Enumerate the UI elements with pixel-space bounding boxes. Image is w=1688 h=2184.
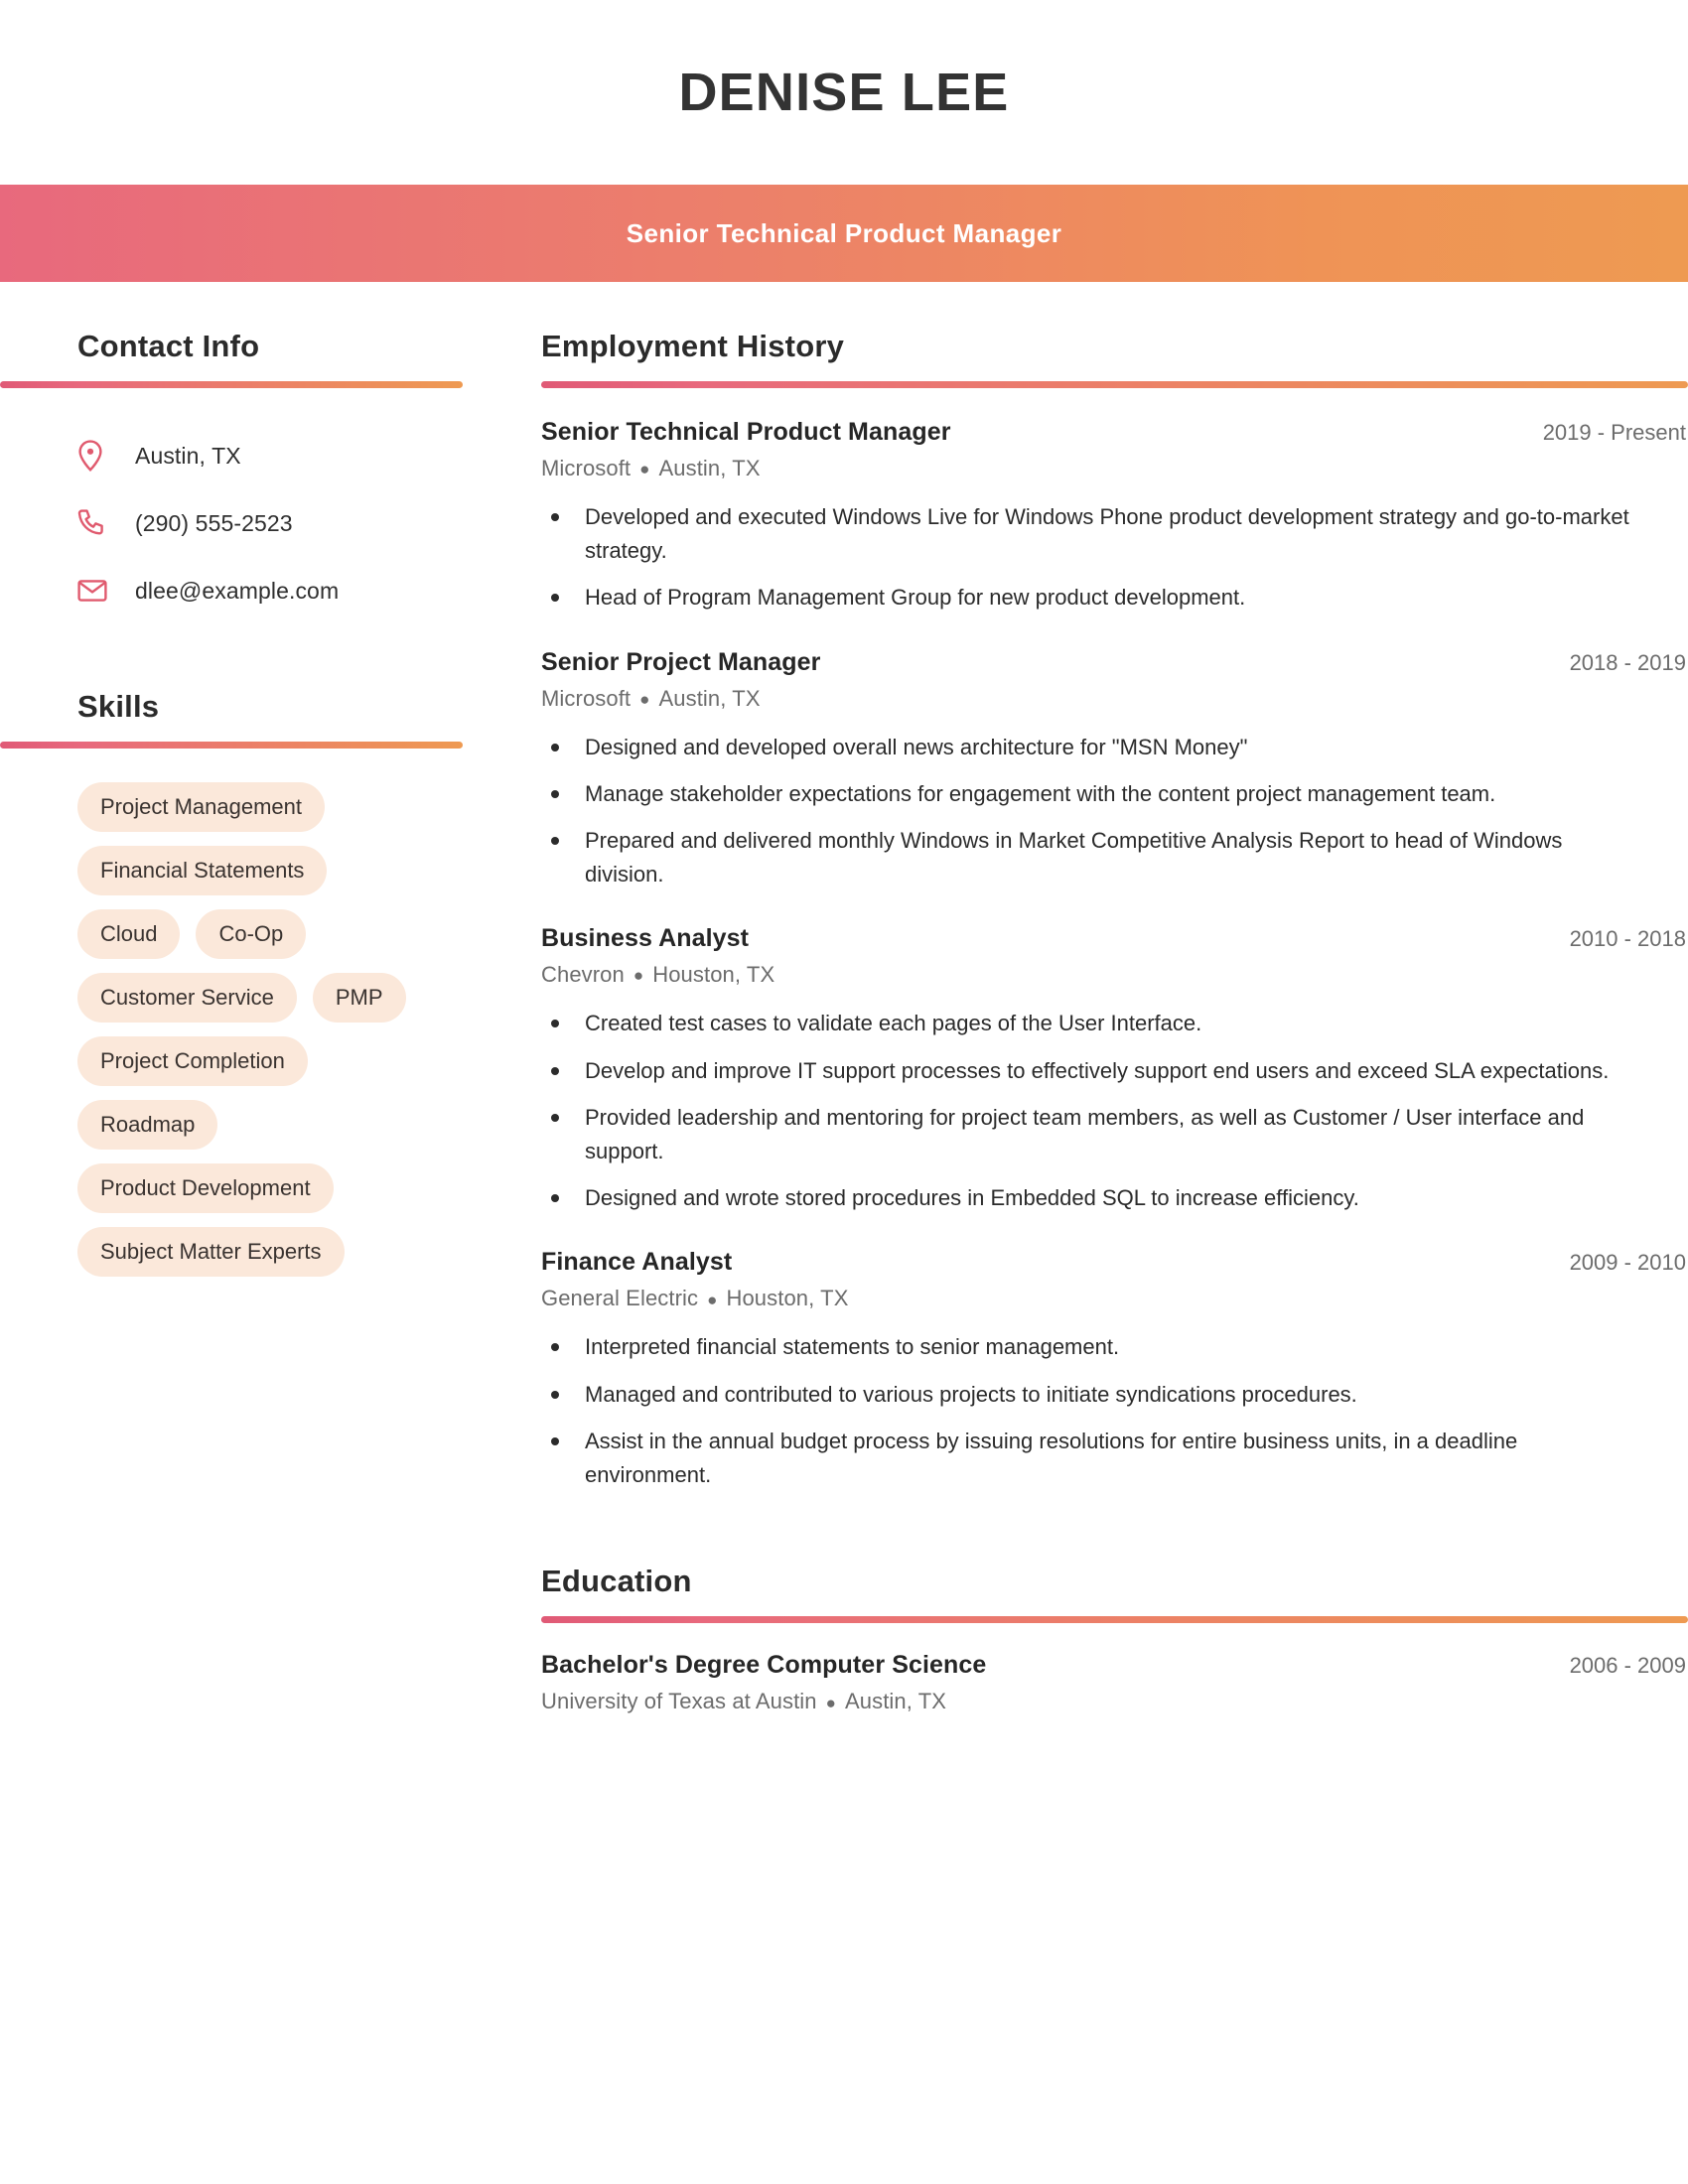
header-title-banner: Senior Technical Product Manager [0, 185, 1688, 282]
skill-pill: Roadmap [77, 1100, 218, 1151]
skill-pill: PMP [312, 973, 406, 1024]
job-title-subtitle: Senior Technical Product Manager [626, 217, 1062, 248]
entry-role: Senior Project Manager [541, 647, 821, 676]
location-pin-icon [77, 440, 111, 473]
bullet-separator-icon: ● [825, 1693, 836, 1712]
entry-company-location: General Electric ● Houston, TX [541, 1286, 1688, 1311]
education-heading: Education [541, 1564, 692, 1599]
entry-company-location: Chevron ● Houston, TX [541, 962, 1688, 988]
skill-pill: Project Completion [77, 1036, 308, 1087]
contact-email-text: dlee@example.com [135, 577, 340, 604]
page-title: DENISE LEE [678, 63, 1010, 122]
entry-header: Senior Technical Product Manager 2019 - P… [541, 418, 1688, 447]
entry-dates: 2019 - Present [1542, 420, 1686, 446]
entry-bullet-list: Interpreted financial statements to seni… [541, 1330, 1688, 1491]
education-divider [541, 1616, 1688, 1624]
bullet-separator-icon: ● [633, 966, 644, 986]
employment-history-divider [541, 381, 1688, 389]
entry-dates: 2018 - 2019 [1569, 649, 1686, 675]
bullet-separator-icon: ● [639, 460, 650, 479]
education-dates: 2006 - 2009 [1569, 1653, 1686, 1679]
entry-location: Houston, TX [652, 962, 775, 988]
skill-pill: Subject Matter Experts [77, 1227, 345, 1277]
bullet-separator-icon: ● [639, 689, 650, 709]
entry-bullet: Managed and contributed to various proje… [541, 1378, 1633, 1411]
skill-pill: Financial Statements [77, 846, 328, 896]
skill-pill: Project Management [77, 782, 325, 833]
phone-icon [77, 508, 111, 538]
employment-entry: Business Analyst 2010 - 2018 Chevron ● Houst… [541, 924, 1688, 1214]
entry-bullet-list: Created test cases to validate each page… [541, 1007, 1688, 1214]
entry-bullet: Designed and wrote stored procedures in … [541, 1181, 1633, 1214]
entry-bullet-list: Developed and executed Windows Live for … [541, 500, 1688, 614]
entry-location: Austin, TX [658, 456, 761, 481]
employment-entries: Senior Technical Product Manager 2019 - P… [541, 418, 1688, 1491]
skills-divider [0, 742, 463, 750]
entry-company: Chevron [541, 962, 625, 988]
entry-company-location: Microsoft ● Austin, TX [541, 456, 1688, 481]
contact-item-phone: (290) 555-2523 [77, 489, 541, 557]
entry-company: Microsoft [541, 456, 632, 481]
entry-bullet: Prepared and delivered monthly Windows i… [541, 824, 1633, 890]
entry-bullet: Designed and developed overall news arch… [541, 731, 1633, 763]
skill-pill: Co-Op [196, 909, 307, 960]
contact-item-location: Austin, TX [77, 422, 541, 489]
entry-bullet: Interpreted financial statements to seni… [541, 1330, 1633, 1363]
entry-bullet: Developed and executed Windows Live for … [541, 500, 1633, 567]
skills-list: Project Management Financial Statements Cl… [0, 782, 467, 1277]
employment-entry: Senior Technical Product Manager 2019 - P… [541, 418, 1688, 614]
entry-role: Business Analyst [541, 924, 750, 953]
entry-role: Senior Technical Product Manager [541, 418, 951, 447]
entry-role: Finance Analyst [541, 1248, 733, 1277]
entry-header: Business Analyst 2010 - 2018 [541, 924, 1688, 953]
education-school: University of Texas at Austin [541, 1689, 817, 1714]
skill-pill: Customer Service [77, 973, 297, 1024]
skills-section: Skills Project Management Financial State… [0, 688, 541, 1277]
entry-bullet: Manage stakeholder expectations for enga… [541, 777, 1633, 810]
skill-pill: Product Development [77, 1163, 334, 1214]
resume-header: DENISE LEE [0, 0, 1688, 185]
bullet-separator-icon: ● [707, 1290, 718, 1309]
entry-bullet: Develop and improve IT support processes… [541, 1054, 1633, 1087]
entry-company: General Electric [541, 1286, 699, 1311]
entry-dates: 2010 - 2018 [1569, 926, 1686, 952]
education-entries: Bachelor's Degree Computer Science 2006 -… [541, 1651, 1688, 1714]
resume-body: Contact Info Austin, TX (290) 555-2523 d… [0, 282, 1688, 1724]
entry-bullet: Assist in the annual budget process by i… [541, 1425, 1633, 1491]
employment-entry: Senior Project Manager 2018 - 2019 Microso… [541, 648, 1688, 891]
entry-company: Microsoft [541, 685, 632, 711]
contact-phone-text: (290) 555-2523 [135, 509, 293, 536]
contact-item-email: dlee@example.com [77, 557, 541, 624]
entry-header: Finance Analyst 2009 - 2010 [541, 1248, 1688, 1277]
entry-location: Houston, TX [726, 1286, 849, 1311]
sidebar: Contact Info Austin, TX (290) 555-2523 d… [0, 328, 541, 1287]
entry-bullet: Provided leadership and mentoring for pr… [541, 1101, 1633, 1167]
entry-company-location: Microsoft ● Austin, TX [541, 686, 1688, 712]
contact-info-section: Contact Info Austin, TX (290) 555-2523 d… [0, 328, 541, 624]
entry-header: Senior Project Manager 2018 - 2019 [541, 648, 1688, 677]
entry-bullet: Created test cases to validate each page… [541, 1007, 1633, 1039]
contact-location-text: Austin, TX [135, 442, 241, 469]
employment-history-section: Employment History Senior Technical Prod… [541, 328, 1688, 1491]
entry-location: Austin, TX [658, 685, 761, 711]
entry-bullet-list: Designed and developed overall news arch… [541, 731, 1688, 891]
education-school-location: University of Texas at Austin ● Austin, TX [541, 1689, 1688, 1714]
education-location: Austin, TX [845, 1689, 947, 1714]
main-content: Employment History Senior Technical Prod… [541, 328, 1688, 1724]
education-section: Education Bachelor's Degree Computer Sci… [541, 1563, 1688, 1714]
entry-dates: 2009 - 2010 [1569, 1250, 1686, 1276]
education-degree: Bachelor's Degree Computer Science [541, 1651, 987, 1680]
employment-entry: Finance Analyst 2009 - 2010 General Electr… [541, 1248, 1688, 1491]
contact-info-heading: Contact Info [77, 329, 260, 363]
skills-heading: Skills [77, 689, 160, 725]
envelope-icon [77, 579, 111, 603]
skill-pill: Cloud [77, 909, 181, 960]
education-entry: Bachelor's Degree Computer Science 2006 -… [541, 1651, 1688, 1714]
contact-list: Austin, TX (290) 555-2523 dlee@example.c… [0, 422, 541, 624]
contact-info-divider [0, 381, 463, 389]
employment-history-heading: Employment History [541, 329, 845, 363]
entry-bullet: Head of Program Management Group for new… [541, 581, 1633, 614]
entry-header: Bachelor's Degree Computer Science 2006 -… [541, 1651, 1688, 1680]
